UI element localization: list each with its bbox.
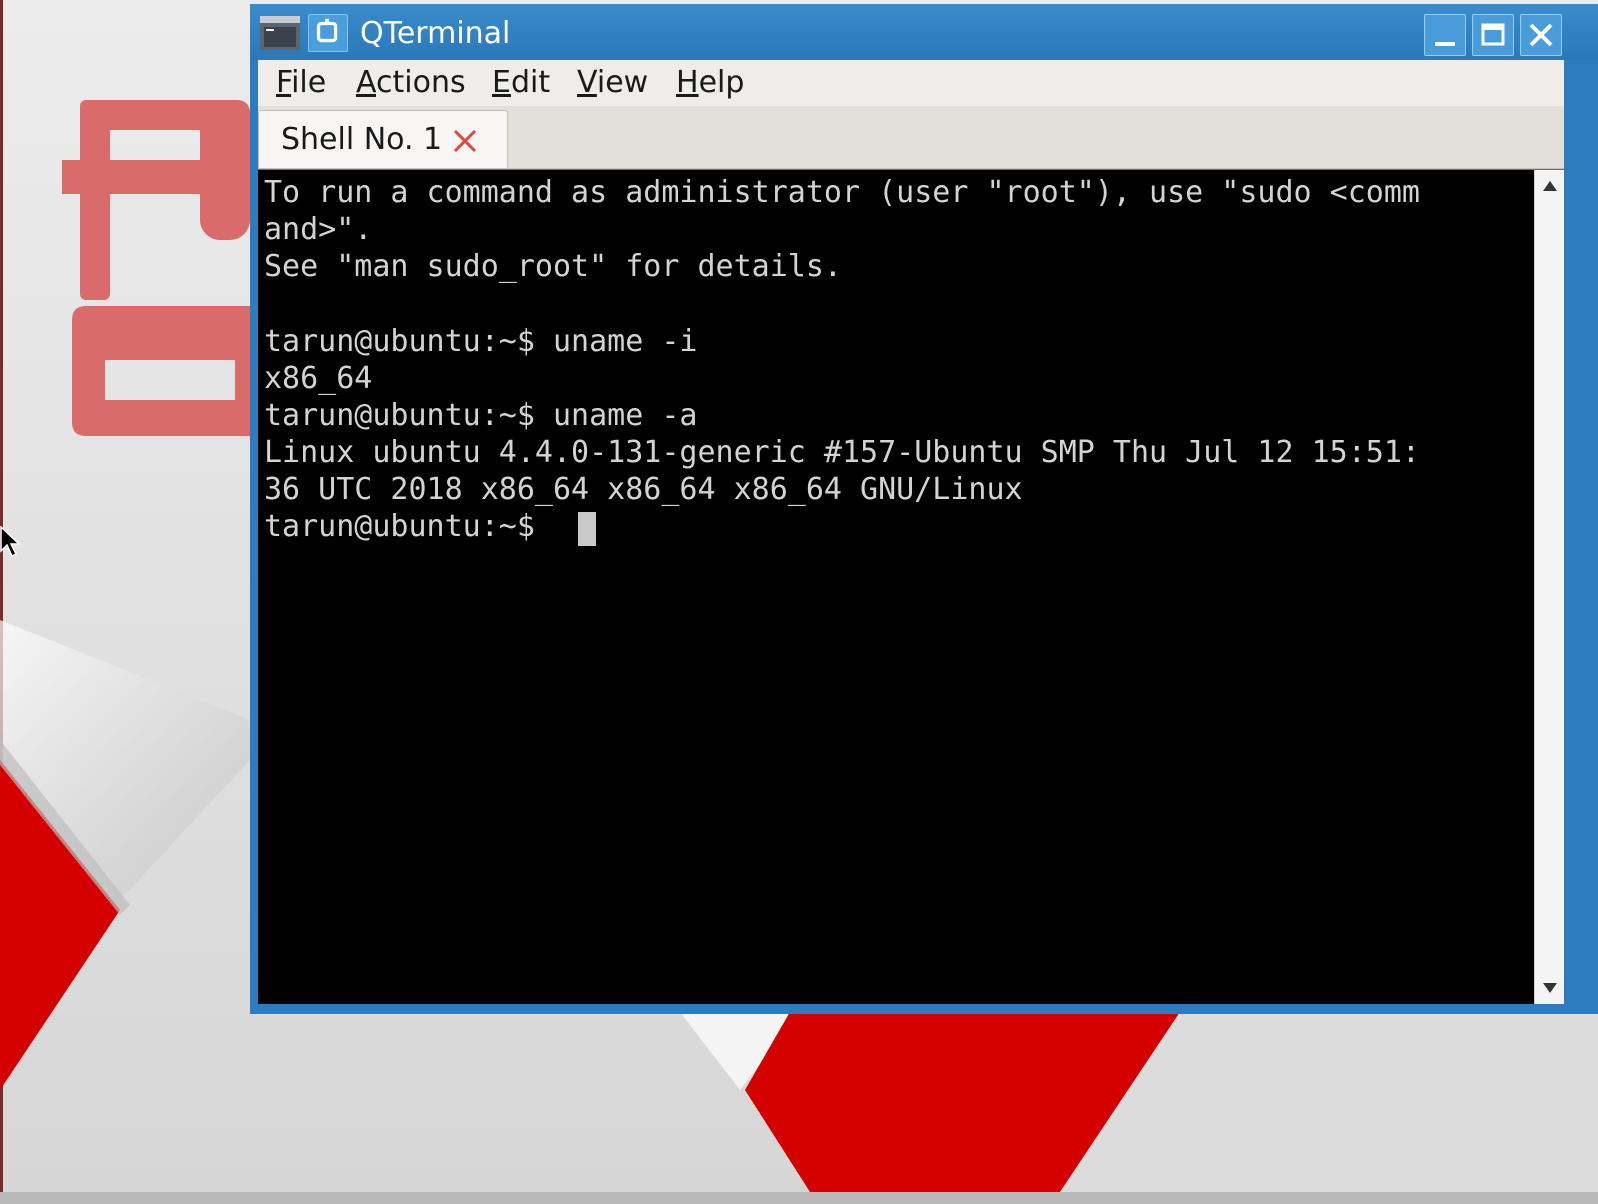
close-window-button[interactable] <box>1520 14 1562 56</box>
close-icon <box>1529 23 1553 47</box>
close-x-icon[interactable] <box>451 127 479 155</box>
pin-window-icon <box>316 18 338 43</box>
tab-label: Shell No. 1 <box>281 122 443 157</box>
menu-file-mnemonic: F <box>276 65 292 100</box>
terminal-prompt-line: tarun@ubuntu:~$ <box>264 509 553 544</box>
terminal-line: tarun@ubuntu:~$ uname -a <box>264 398 698 433</box>
minimize-button[interactable] <box>1424 14 1466 56</box>
text-cursor <box>578 512 596 546</box>
menu-edit-label: dit <box>510 65 551 100</box>
terminal-line: To run a command as administrator (user … <box>264 175 1420 210</box>
arrow-down-icon[interactable] <box>1541 980 1559 996</box>
terminal-line: 36 UTC 2018 x86_64 x86_64 x86_64 GNU/Lin… <box>264 472 1023 507</box>
terminal-line: tarun@ubuntu:~$ uname -i <box>264 324 698 359</box>
menu-help[interactable]: Help <box>676 64 744 102</box>
window-titlebar[interactable]: QTerminal <box>250 4 1598 60</box>
menu-view[interactable]: View <box>577 64 648 102</box>
pin-window-button[interactable] <box>308 14 348 52</box>
menu-file[interactable]: File <box>276 64 326 102</box>
maximize-icon <box>1481 23 1505 46</box>
menu-view-label: iew <box>596 65 649 100</box>
menu-help-mnemonic: H <box>676 65 699 100</box>
mouse-pointer-icon <box>0 526 21 558</box>
vertical-scrollbar[interactable] <box>1534 170 1564 1004</box>
menu-bar: File Actions Edit View Help <box>258 60 1564 107</box>
menu-actions-label: ctions <box>376 65 466 100</box>
menu-help-label: elp <box>698 65 745 100</box>
window-title: QTerminal <box>360 16 511 51</box>
terminal-output[interactable]: To run a command as administrator (user … <box>258 170 1534 1004</box>
terminal-line: Linux ubuntu 4.4.0-131-generic #157-Ubun… <box>264 435 1420 470</box>
menu-file-label: ile <box>291 65 327 100</box>
tab-bar: Shell No. 1 <box>258 106 1564 169</box>
menu-actions-mnemonic: A <box>356 65 376 100</box>
arrow-up-icon[interactable] <box>1541 178 1559 194</box>
terminal-line: See "man sudo_root" for details. <box>264 249 842 284</box>
desktop: QTerminal File Actions Edit View Help Sh… <box>0 0 1598 1204</box>
scrollbar-track[interactable] <box>1538 202 1560 972</box>
terminal-app-icon[interactable] <box>260 16 300 50</box>
tab-shell-no-1[interactable]: Shell No. 1 <box>258 110 508 168</box>
minimize-icon <box>1435 42 1455 46</box>
menu-edit[interactable]: Edit <box>492 64 550 102</box>
maximize-button[interactable] <box>1472 14 1514 56</box>
menu-view-mnemonic: V <box>577 65 597 100</box>
qterminal-window: QTerminal File Actions Edit View Help Sh… <box>250 4 1598 1014</box>
terminal-line: and>". <box>264 212 373 247</box>
menu-edit-mnemonic: E <box>492 65 511 100</box>
menu-actions[interactable]: Actions <box>356 64 466 102</box>
terminal-line: x86_64 <box>264 361 373 396</box>
